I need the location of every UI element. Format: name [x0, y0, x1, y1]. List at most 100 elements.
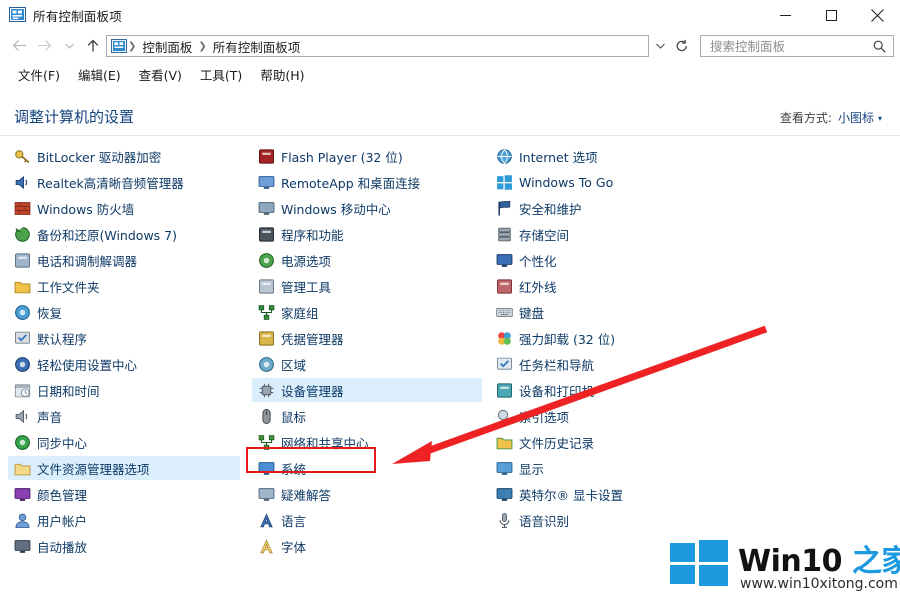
control-panel-item[interactable]: 声音 [8, 404, 240, 428]
display-icon [496, 460, 513, 477]
back-arrow-icon [12, 39, 27, 52]
control-panel-item[interactable]: 语音识别 [490, 508, 725, 532]
control-panel-item[interactable]: Internet 选项 [490, 144, 725, 168]
control-panel-item[interactable]: 凭据管理器 [252, 326, 482, 350]
control-panel-item[interactable]: 工作文件夹 [8, 274, 240, 298]
search-input[interactable] [701, 37, 872, 55]
menu-file[interactable]: 文件(F) [9, 63, 69, 86]
forward-button[interactable] [31, 31, 57, 60]
control-panel-item[interactable]: 自动播放 [8, 534, 240, 558]
control-panel-item[interactable]: 网络和共享中心 [252, 430, 482, 454]
control-panel-item-label: Windows 移动中心 [281, 199, 391, 218]
back-button[interactable] [6, 31, 32, 60]
control-panel-item-label: 红外线 [519, 277, 557, 296]
menu-edit[interactable]: 编辑(E) [69, 63, 130, 86]
control-panel-item[interactable]: 任务栏和导航 [490, 352, 725, 376]
menu-help[interactable]: 帮助(H) [251, 63, 313, 86]
control-panel-item[interactable]: Flash Player (32 位) [252, 144, 482, 168]
control-panel-item-label: 日期和时间 [37, 381, 100, 400]
control-panel-item[interactable]: Windows To Go [490, 170, 725, 194]
system-icon [258, 460, 275, 477]
control-panel-item[interactable]: 字体 [252, 534, 482, 558]
control-panel-item[interactable]: 设备和打印机 [490, 378, 725, 402]
control-panel-item[interactable]: 文件历史记录 [490, 430, 725, 454]
control-panel-item-label: 程序和功能 [281, 225, 344, 244]
control-panel-item[interactable]: 键盘 [490, 300, 725, 324]
menu-tools[interactable]: 工具(T) [191, 63, 251, 86]
taskbar-navigation-icon [496, 356, 513, 373]
mouse-icon [258, 408, 275, 425]
view-by-control[interactable]: 查看方式: 小图标 ▾ [780, 109, 882, 126]
control-panel-item[interactable]: 电话和调制解调器 [8, 248, 240, 272]
control-panel-item[interactable]: 红外线 [490, 274, 725, 298]
menu-view[interactable]: 查看(V) [130, 63, 191, 86]
control-panel-item[interactable]: 文件资源管理器选项 [8, 456, 240, 480]
content-area: 调整计算机的设置 查看方式: 小图标 ▾ BitLocker 驱动器加密 Rea… [0, 87, 900, 612]
breadcrumb-item-control-panel[interactable]: 控制面板 [137, 37, 197, 56]
control-panel-item[interactable]: 设备管理器 [252, 378, 482, 402]
control-panel-item[interactable]: 语言 [252, 508, 482, 532]
control-panel-item[interactable]: Windows 防火墙 [8, 196, 240, 220]
search-box[interactable] [700, 35, 894, 57]
control-panel-item[interactable]: 存储空间 [490, 222, 725, 246]
control-panel-item[interactable]: 个性化 [490, 248, 725, 272]
close-icon [871, 9, 884, 22]
control-panel-item-label: 管理工具 [281, 277, 331, 296]
up-button[interactable] [80, 31, 106, 60]
windows-to-go-icon [496, 174, 513, 191]
administrative-tools-icon [258, 278, 275, 295]
control-panel-item[interactable]: 默认程序 [8, 326, 240, 350]
control-panel-item[interactable]: 同步中心 [8, 430, 240, 454]
control-panel-item[interactable]: 管理工具 [252, 274, 482, 298]
control-panel-item[interactable]: 疑难解答 [252, 482, 482, 506]
recent-locations-button[interactable] [56, 31, 82, 60]
intel-graphics-icon [496, 486, 513, 503]
control-panel-item[interactable]: BitLocker 驱动器加密 [8, 144, 240, 168]
firewall-icon [14, 200, 31, 217]
control-panel-item[interactable]: 索引选项 [490, 404, 725, 428]
control-panel-item-label: 默认程序 [37, 329, 87, 348]
work-folders-icon [14, 278, 31, 295]
control-panel-item[interactable]: 强力卸载 (32 位) [490, 326, 725, 350]
control-panel-item[interactable]: 电源选项 [252, 248, 482, 272]
control-panel-item[interactable]: 家庭组 [252, 300, 482, 324]
breadcrumb-item-all-items[interactable]: 所有控制面板项 [208, 37, 306, 56]
control-panel-item[interactable]: 颜色管理 [8, 482, 240, 506]
control-panel-item[interactable]: Realtek高清晰音频管理器 [8, 170, 240, 194]
minimize-button[interactable] [762, 0, 808, 31]
address-dropdown-button[interactable] [650, 35, 671, 57]
control-panel-icon [9, 7, 26, 22]
control-panel-items-grid: BitLocker 驱动器加密 Realtek高清晰音频管理器 Windows … [0, 144, 900, 544]
realtek-audio-icon [14, 174, 31, 191]
control-panel-item[interactable]: 安全和维护 [490, 196, 725, 220]
control-panel-item-label: 文件历史记录 [519, 433, 594, 452]
control-panel-item[interactable]: 区域 [252, 352, 482, 376]
control-panel-item[interactable]: 英特尔® 显卡设置 [490, 482, 725, 506]
security-maintenance-icon [496, 200, 513, 217]
control-panel-item-label: 电话和调制解调器 [37, 251, 137, 270]
control-panel-item-label: 轻松使用设置中心 [37, 355, 137, 374]
control-panel-item[interactable]: 恢复 [8, 300, 240, 324]
credential-manager-icon [258, 330, 275, 347]
control-panel-item[interactable]: 显示 [490, 456, 725, 480]
refresh-icon [675, 39, 689, 53]
maximize-button[interactable] [808, 0, 854, 31]
control-panel-item[interactable]: 用户帐户 [8, 508, 240, 532]
close-button[interactable] [854, 0, 900, 31]
indexing-options-icon [496, 408, 513, 425]
control-panel-item-label: Windows To Go [519, 175, 613, 190]
control-panel-item[interactable]: 鼠标 [252, 404, 482, 428]
control-panel-item[interactable]: 备份和还原(Windows 7) [8, 222, 240, 246]
refresh-button[interactable] [671, 35, 692, 57]
control-panel-item[interactable]: RemoteApp 和桌面连接 [252, 170, 482, 194]
chevron-down-icon[interactable]: ▾ [878, 114, 882, 123]
view-by-value[interactable]: 小图标 [838, 109, 874, 126]
address-field[interactable]: ❯ 控制面板 ❯ 所有控制面板项 [106, 35, 649, 57]
internet-options-icon [496, 148, 513, 165]
control-panel-item[interactable]: 日期和时间 [8, 378, 240, 402]
control-panel-item[interactable]: Windows 移动中心 [252, 196, 482, 220]
control-panel-item[interactable]: 轻松使用设置中心 [8, 352, 240, 376]
control-panel-item[interactable]: 程序和功能 [252, 222, 482, 246]
control-panel-item[interactable]: 系统 [252, 456, 482, 480]
control-panel-item-label: 设备管理器 [281, 381, 344, 400]
